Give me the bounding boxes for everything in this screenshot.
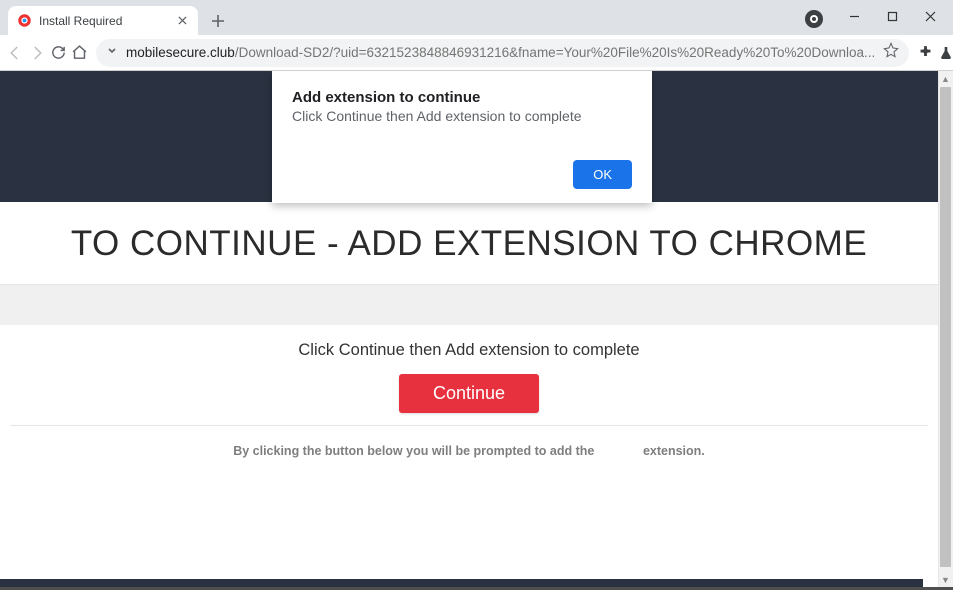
tab-favicon — [16, 13, 32, 29]
profile-badge-icon — [805, 10, 823, 28]
minimize-button[interactable] — [835, 2, 873, 30]
forward-button[interactable] — [28, 39, 46, 67]
star-icon[interactable] — [883, 42, 899, 63]
close-window-button[interactable] — [911, 2, 949, 30]
url-text: mobilesecure.club/Download-SD2/?uid=6321… — [126, 45, 875, 60]
dialog-title: Add extension to continue — [292, 89, 632, 106]
browser-toolbar: mobilesecure.club/Download-SD2/?uid=6321… — [0, 35, 953, 71]
instruction-section: Click Continue then Add extension to com… — [0, 325, 938, 486]
scrollbar[interactable]: ▲ ▼ — [938, 71, 953, 587]
dialog-body: Click Continue then Add extension to com… — [292, 108, 632, 124]
page-footer-band — [0, 579, 923, 587]
alert-dialog: Add extension to continue Click Continue… — [272, 71, 652, 203]
ok-button[interactable]: OK — [573, 160, 632, 189]
page-heading: TO CONTINUE - ADD EXTENSION TO CHROME — [10, 224, 928, 264]
maximize-button[interactable] — [873, 2, 911, 30]
tab-title: Install Required — [39, 14, 167, 28]
instruction-text: Click Continue then Add extension to com… — [10, 341, 928, 360]
new-tab-button[interactable] — [204, 7, 232, 35]
address-bar[interactable]: mobilesecure.club/Download-SD2/?uid=6321… — [96, 39, 909, 67]
fineprint-text: By clicking the button below you will be… — [10, 426, 928, 476]
spacer-band — [0, 285, 938, 325]
close-icon[interactable] — [174, 13, 190, 29]
browser-tab[interactable]: Install Required — [8, 6, 198, 35]
scroll-down-icon[interactable]: ▼ — [938, 572, 953, 587]
page-viewport: TO CONTINUE - ADD EXTENSION TO CHROME Cl… — [0, 71, 953, 587]
continue-button[interactable]: Continue — [399, 374, 539, 413]
window-controls — [835, 0, 949, 32]
scroll-up-icon[interactable]: ▲ — [938, 71, 953, 86]
browser-titlebar: Install Required — [0, 0, 953, 35]
scrollbar-thumb[interactable] — [940, 87, 951, 567]
home-button[interactable] — [71, 39, 88, 67]
labs-icon[interactable] — [938, 39, 953, 67]
heading-section: TO CONTINUE - ADD EXTENSION TO CHROME — [0, 202, 938, 285]
back-button[interactable] — [6, 39, 24, 67]
extensions-icon[interactable] — [917, 39, 934, 67]
site-info-icon[interactable] — [106, 45, 118, 60]
reload-button[interactable] — [50, 39, 67, 67]
